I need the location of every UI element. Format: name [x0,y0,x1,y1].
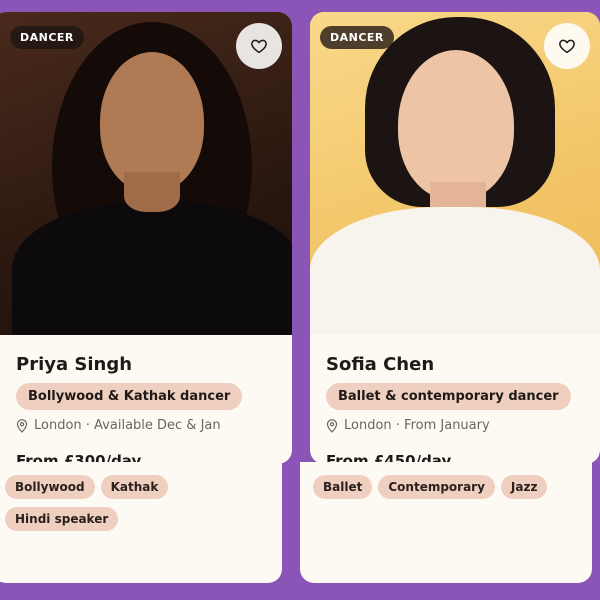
skill-chip[interactable]: Jazz [500,475,548,499]
map-pin-icon [16,418,28,433]
skill-chip[interactable]: Ballet [313,475,373,499]
performer-name: Priya Singh [16,354,133,375]
map-pin-icon [326,418,338,433]
role-badge: Bollywood & Kathak dancer [16,383,243,410]
role-badge: Ballet & contemporary dancer [326,383,571,410]
skill-chips: Ballet Contemporary Jazz [313,475,584,499]
profile-card-priya-details: Bollywood Kathak Hindi speaker [0,462,282,583]
category-tag: DANCER [10,26,84,49]
favorite-button[interactable] [544,23,590,69]
category-tag: DANCER [320,26,394,49]
location-text: London · From January [344,418,490,433]
heart-outline-icon [251,39,267,54]
location-availability: London · From January [326,418,490,433]
favorite-button[interactable] [236,23,282,69]
location-text: London · Available Dec & Jan [34,418,221,433]
skill-chip[interactable]: Hindi speaker [5,507,119,531]
performer-name: Sofia Chen [326,354,435,375]
skill-chip[interactable]: Contemporary [378,475,495,499]
skill-chip[interactable]: Bollywood [5,475,95,499]
profile-card-priya[interactable]: DANCER Priya Singh Bollywood & Kathak da… [0,12,292,464]
location-availability: London · Available Dec & Jan [16,418,221,433]
skill-chips: Bollywood Kathak Hindi speaker [5,475,274,531]
heart-outline-icon [559,39,575,54]
profile-card-sofia[interactable]: DANCER Sofia Chen Ballet & contemporary … [310,12,600,464]
skill-chip[interactable]: Kathak [100,475,169,499]
profile-card-sofia-details: Ballet Contemporary Jazz [300,462,592,583]
